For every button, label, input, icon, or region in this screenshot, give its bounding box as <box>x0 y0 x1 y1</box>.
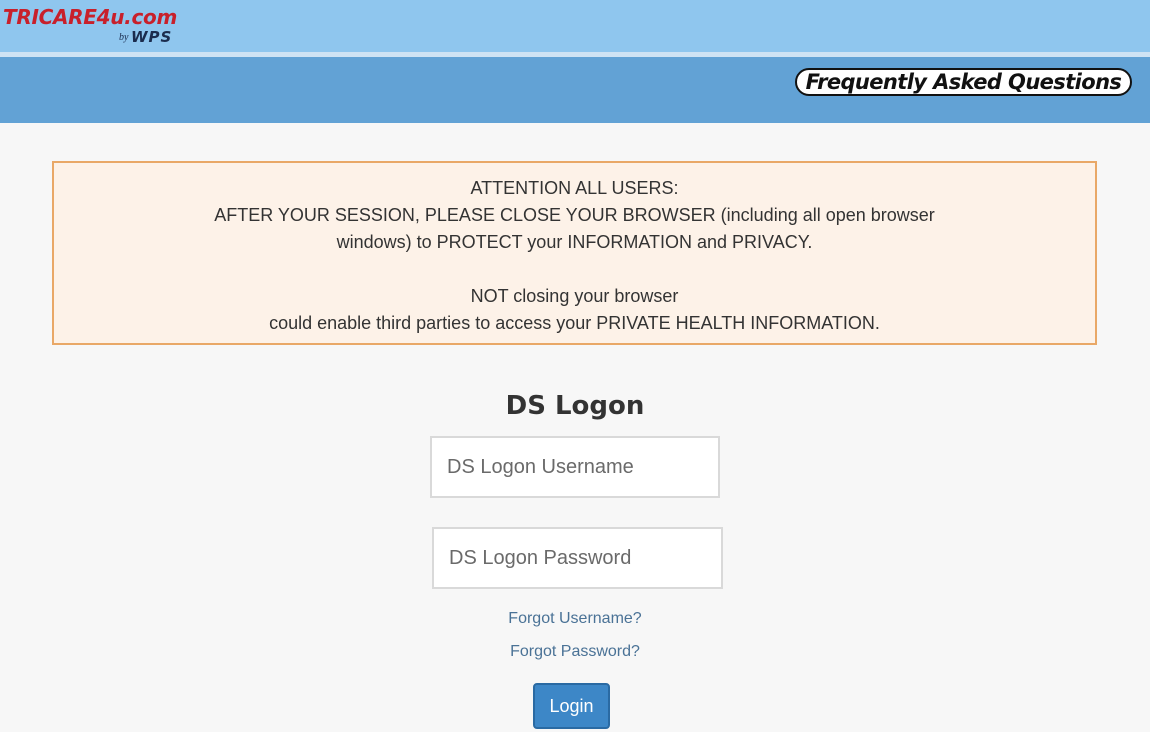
logo-main-text: TRICARE4u.com <box>3 5 177 29</box>
login-button[interactable]: Login <box>533 683 610 729</box>
login-title: DS Logon <box>505 391 645 421</box>
notice-spacer <box>54 256 1095 283</box>
notice-line-1: ATTENTION ALL USERS: <box>470 178 679 198</box>
forgot-username-link[interactable]: Forgot Username? <box>0 609 1150 629</box>
notice-line-3: windows) to PROTECT your INFORMATION and… <box>336 232 813 252</box>
notice-line-5: could enable third parties to access you… <box>269 313 880 333</box>
tricare4u-logo[interactable]: TRICARE4u.com by WPS <box>3 5 213 49</box>
forgot-password-link[interactable]: Forgot Password? <box>0 642 1150 662</box>
password-input[interactable] <box>432 527 723 589</box>
notice-line-4: NOT closing your browser <box>470 286 679 306</box>
logo-by-text: by <box>119 32 129 43</box>
faq-button[interactable]: Frequently Asked Questions <box>795 68 1132 96</box>
username-input[interactable] <box>430 436 720 498</box>
notice-line-2: AFTER YOUR SESSION, PLEASE CLOSE YOUR BR… <box>214 205 935 225</box>
logo-wps-text: WPS <box>131 28 173 46</box>
attention-notice: ATTENTION ALL USERS: AFTER YOUR SESSION,… <box>52 161 1097 345</box>
